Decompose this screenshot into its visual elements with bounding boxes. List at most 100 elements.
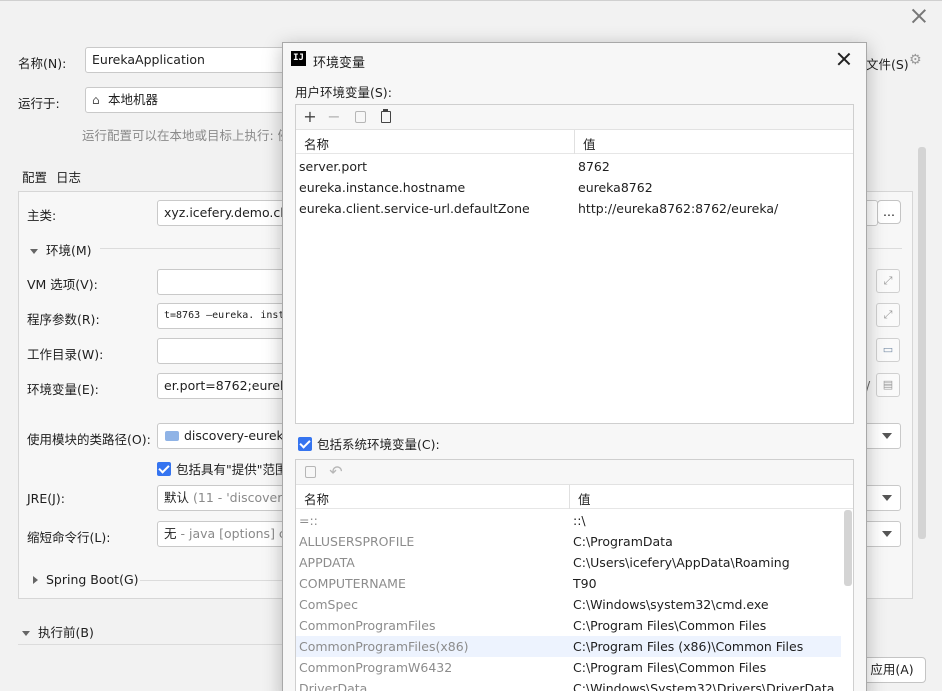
- divider: [18, 644, 282, 645]
- var-value: C:\Windows\system32\cmd.exe: [573, 597, 769, 612]
- main-class-input[interactable]: xyz.icefery.demo.clou: [157, 200, 287, 226]
- table-row[interactable]: eureka.client.service-url.defaultZone ht…: [296, 198, 853, 219]
- module-folder-icon: [165, 431, 179, 441]
- shorten-value: 无: [164, 526, 177, 541]
- table-row[interactable]: CommonProgramW6432 C:\Program Files\Commo…: [296, 657, 841, 678]
- shorten-select-end[interactable]: [864, 521, 901, 547]
- plus-icon[interactable]: +: [302, 109, 318, 125]
- folder-icon[interactable]: ▭: [876, 338, 900, 362]
- gear-icon[interactable]: ⚙: [909, 52, 922, 68]
- undo-icon[interactable]: ↶: [328, 464, 344, 480]
- var-name: APPDATA: [299, 555, 355, 570]
- scrollbar[interactable]: [918, 147, 926, 539]
- program-args-input[interactable]: t=8763 —eureka. inst: [157, 303, 287, 329]
- table-row[interactable]: APPDATA C:\Users\icefery\AppData\Roaming: [296, 552, 841, 573]
- column-header-name[interactable]: 名称: [304, 489, 329, 508]
- run-on-select[interactable]: ⌂ 本地机器: [85, 87, 285, 113]
- jre-select[interactable]: 默认 (11 - 'discovery: [157, 485, 287, 511]
- table-row[interactable]: eureka.instance.hostname eureka8762: [296, 177, 853, 198]
- name-input[interactable]: EurekaApplication: [85, 47, 285, 73]
- user-vars-header: 名称 值: [296, 130, 853, 154]
- module-value: discovery-eureka: [184, 428, 287, 443]
- vm-options-label: VM 选项(V):: [27, 277, 98, 292]
- var-value: ::\: [573, 513, 586, 528]
- table-row[interactable]: server.port 8762: [296, 156, 853, 177]
- var-name: CommonProgramFiles(x86): [299, 639, 469, 654]
- column-header-value[interactable]: 值: [583, 134, 596, 153]
- module-classpath-label: 使用模块的类路径(O):: [27, 432, 151, 447]
- table-row[interactable]: =::::\: [296, 510, 841, 531]
- close-icon[interactable]: [838, 53, 850, 65]
- apply-button[interactable]: 应用(A): [858, 657, 926, 683]
- spring-boot-section-header[interactable]: Spring Boot(G): [33, 572, 139, 587]
- close-icon[interactable]: [912, 9, 926, 23]
- minus-icon[interactable]: −: [326, 109, 342, 125]
- provided-scope-checkbox[interactable]: 包括具有"提供"范围: [157, 459, 288, 478]
- var-value: C:\Program Files (x86)\Common Files: [573, 639, 804, 654]
- env-section-header[interactable]: 环境(M): [30, 240, 92, 259]
- tab-logs[interactable]: 日志: [56, 167, 81, 192]
- var-value: T90: [573, 576, 597, 591]
- tab-config[interactable]: 配置: [22, 167, 48, 194]
- module-select[interactable]: discovery-eureka: [157, 423, 287, 449]
- chevron-down-icon: [22, 631, 30, 636]
- user-vars-label: 用户环境变量(S):: [295, 85, 392, 100]
- var-name: ComSpec: [299, 597, 358, 612]
- table-row[interactable]: COMPUTERNAME T90: [296, 573, 841, 594]
- shorten-cmdline-label: 缩短命令行(L):: [27, 530, 111, 545]
- name-label: 名称(N):: [18, 56, 67, 71]
- shorten-cmdline-select[interactable]: 无 - java [options] cl: [157, 521, 287, 547]
- var-value: C:\Users\icefery\AppData\Roaming: [573, 555, 790, 570]
- var-value: eureka8762: [578, 180, 653, 195]
- divider: [868, 248, 902, 249]
- copy-icon[interactable]: [302, 465, 318, 481]
- var-value: C:\Windows\System32\Drivers\DriverData: [573, 681, 835, 691]
- before-launch-section-header[interactable]: 执行前(B): [22, 622, 94, 641]
- var-name: server.port: [299, 159, 368, 174]
- divider: [140, 580, 282, 581]
- var-name: ALLUSERSPROFILE: [299, 534, 415, 549]
- table-row[interactable]: CommonProgramFiles C:\Program Files\Commo…: [296, 615, 841, 636]
- checkbox-checked-icon: [157, 462, 171, 476]
- system-vars-header: 名称 值: [296, 485, 853, 509]
- column-header-name[interactable]: 名称: [304, 134, 329, 153]
- spring-boot-label: Spring Boot(G): [46, 572, 139, 587]
- paste-icon[interactable]: [378, 109, 394, 126]
- scrollbar[interactable]: [844, 510, 852, 586]
- expand-icon[interactable]: ⤢: [876, 269, 900, 293]
- env-vars-dialog: IJ 环境变量 用户环境变量(S): + − 名称 值 server.port …: [282, 42, 867, 691]
- table-row[interactable]: ComSpec C:\Windows\system32\cmd.exe: [296, 594, 841, 615]
- expand-icon[interactable]: ⤢: [876, 303, 900, 327]
- include-system-vars-checkbox[interactable]: 包括系统环境变量(C):: [298, 434, 440, 453]
- table-row[interactable]: CommonProgramFiles(x86) C:\Program Files …: [296, 636, 841, 657]
- var-value: C:\Program Files\Common Files: [573, 618, 767, 633]
- chevron-down-icon: [30, 249, 38, 254]
- run-on-hint: 运行配置可以在本地或目标上执行: 例: [82, 128, 291, 143]
- document-icon[interactable]: ▤: [876, 373, 900, 397]
- var-name: eureka.client.service-url.defaultZone: [299, 201, 530, 216]
- vm-options-input[interactable]: [157, 269, 287, 295]
- chevron-right-icon: [33, 576, 38, 584]
- browse-main-class-button[interactable]: ...: [877, 200, 901, 224]
- env-vars-input[interactable]: er.port=8762;eureka: [157, 373, 287, 399]
- jre-select-end[interactable]: [864, 485, 901, 511]
- env-vars-label: 环境变量(E):: [27, 382, 99, 397]
- store-as-file-label[interactable]: 文件(S): [866, 54, 909, 73]
- run-on-value: 本地机器: [108, 92, 159, 107]
- program-args-label: 程序参数(R):: [27, 312, 100, 327]
- workdir-label: 工作目录(W):: [27, 347, 104, 362]
- var-name: eureka.instance.hostname: [299, 180, 466, 195]
- copy-icon[interactable]: [352, 110, 368, 126]
- module-select-end[interactable]: [864, 423, 901, 449]
- divider: [100, 248, 280, 249]
- workdir-input[interactable]: [157, 338, 287, 364]
- var-value: http://eureka8762:8762/eureka/: [578, 201, 779, 216]
- table-row[interactable]: DriverData C:\Windows\System32\Drivers\Dr…: [296, 678, 841, 691]
- system-vars-toolbar: ↶: [296, 460, 853, 485]
- table-row[interactable]: ALLUSERSPROFILE C:\ProgramData: [296, 531, 841, 552]
- column-separator[interactable]: [574, 130, 575, 154]
- user-vars-toolbar: + −: [296, 105, 853, 130]
- var-name: COMPUTERNAME: [299, 576, 406, 591]
- column-separator[interactable]: [569, 485, 570, 509]
- column-header-value[interactable]: 值: [578, 489, 591, 508]
